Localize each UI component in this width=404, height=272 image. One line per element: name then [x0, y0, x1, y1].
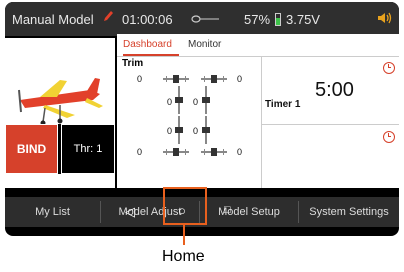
trim-value: 0: [167, 126, 173, 136]
trim-value: 0: [237, 74, 243, 84]
home-highlight-box: [163, 187, 207, 225]
trim-slider-v[interactable]: [175, 86, 183, 114]
trim-slider-v[interactable]: [202, 116, 210, 144]
bind-button[interactable]: BIND: [5, 124, 58, 174]
trim-slider-v[interactable]: [202, 86, 210, 114]
tab-dashboard[interactable]: Dashboard: [123, 39, 172, 50]
model-setup-button[interactable]: Model Setup: [200, 197, 298, 227]
trim-slider-v[interactable]: [175, 116, 183, 144]
system-settings-label: System Settings: [309, 206, 389, 218]
system-settings-button[interactable]: System Settings: [299, 197, 399, 227]
clock-icon[interactable]: [383, 62, 395, 74]
home-callout-label: Home: [162, 248, 205, 265]
clock-icon[interactable]: [383, 131, 395, 143]
system-timer: 01:00:06: [122, 12, 173, 27]
trim-value: 0: [193, 97, 199, 107]
trim-slider-h[interactable]: [201, 148, 227, 156]
throttle-indicator: Thr: 1: [61, 124, 115, 174]
my-list-label: My List: [35, 206, 70, 218]
trim-title: Trim: [122, 58, 144, 69]
trim-value: 0: [137, 74, 143, 84]
battery-voltage: 3.75V: [286, 12, 320, 27]
timer1-label: Timer 1: [265, 99, 301, 110]
my-list-button[interactable]: My List: [5, 197, 100, 227]
trim-value: 0: [137, 147, 143, 157]
signal-link-icon: [191, 12, 221, 27]
recents-icon[interactable]: □: [224, 204, 231, 216]
bind-row: BIND Thr: 1: [5, 124, 115, 174]
status-bar: Manual Model 01:00:06 57% 3.75V: [5, 2, 399, 36]
timer1-value: 5:00: [315, 79, 354, 101]
back-icon[interactable]: ◁: [125, 204, 135, 220]
battery-percent: 57%: [244, 12, 271, 27]
trim-value: 0: [193, 126, 199, 136]
volume-icon[interactable]: [377, 11, 393, 28]
trim-slider-h[interactable]: [163, 75, 189, 83]
model-name[interactable]: Manual Model: [12, 12, 94, 27]
battery-icon: [275, 13, 281, 26]
edit-pencil-icon[interactable]: [102, 9, 114, 26]
trim-value: 0: [237, 147, 243, 157]
divider: [261, 56, 262, 188]
trim-value: 0: [167, 97, 173, 107]
tab-monitor[interactable]: Monitor: [188, 39, 221, 50]
trim-slider-h[interactable]: [163, 148, 189, 156]
divider: [117, 56, 399, 57]
callout-line: [183, 225, 185, 245]
divider: [261, 124, 399, 125]
trim-slider-h[interactable]: [201, 75, 227, 83]
dashboard-panel: Dashboard Monitor Trim 0 0 0 0 0 0 0 0 5…: [117, 34, 399, 188]
